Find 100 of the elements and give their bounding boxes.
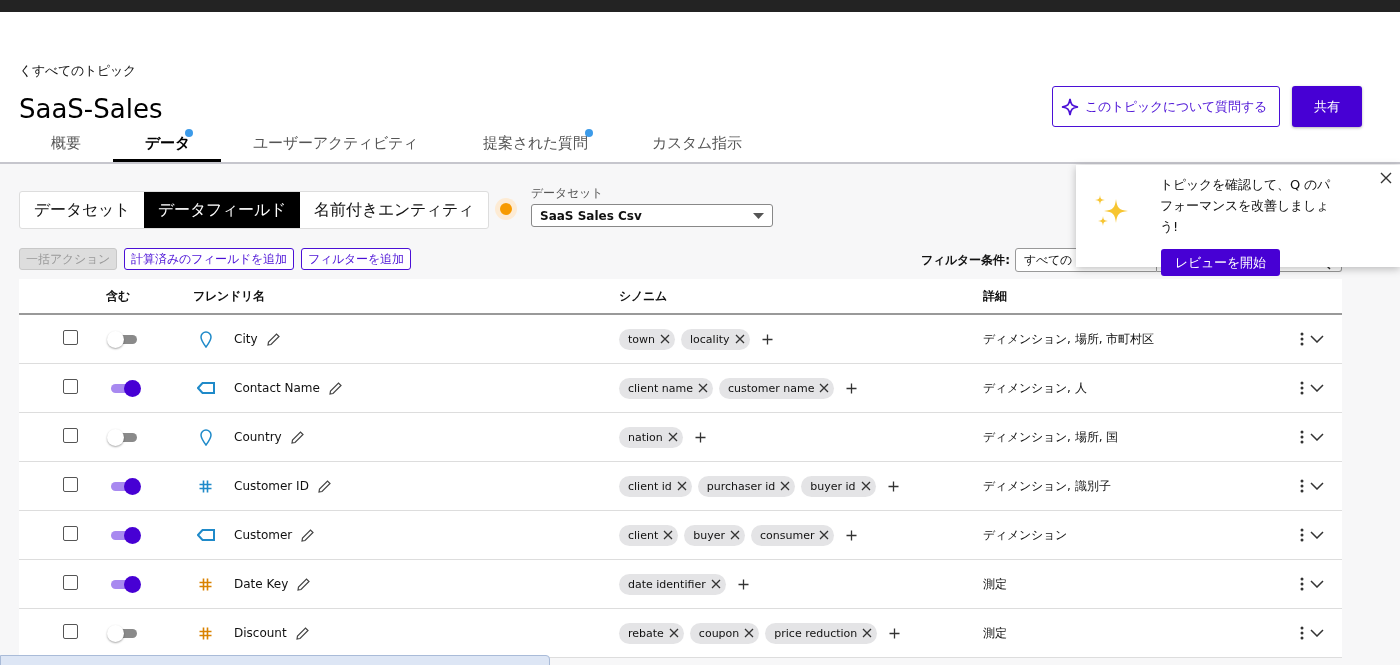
kebab-menu-icon[interactable] bbox=[1300, 430, 1304, 444]
synonym-tag: rebate bbox=[619, 622, 684, 644]
checkbox[interactable] bbox=[63, 427, 78, 443]
close-icon[interactable] bbox=[667, 432, 678, 442]
close-icon[interactable] bbox=[862, 628, 873, 638]
close-icon[interactable] bbox=[819, 530, 830, 540]
start-review-button[interactable]: レビューを開始 bbox=[1161, 249, 1280, 276]
synonym-tag: coupon bbox=[689, 622, 760, 644]
field-details: 測定 bbox=[983, 624, 1008, 642]
kebab-menu-icon[interactable] bbox=[1300, 528, 1304, 542]
field-name: Contact Name bbox=[234, 381, 320, 395]
close-icon[interactable] bbox=[780, 481, 791, 491]
plus-icon[interactable] bbox=[737, 578, 749, 590]
synonym-tag: client id bbox=[619, 475, 692, 497]
field-details: 測定 bbox=[983, 575, 1008, 593]
plus-icon[interactable] bbox=[694, 431, 706, 443]
close-icon[interactable] bbox=[1380, 172, 1392, 184]
kebab-menu-icon[interactable] bbox=[1300, 332, 1304, 346]
dataset-dropdown[interactable]: SaaS Sales Csv bbox=[531, 204, 773, 227]
chevron-down-icon[interactable] bbox=[1310, 482, 1324, 490]
chevron-down-icon[interactable] bbox=[1310, 335, 1324, 343]
action-button[interactable]: フィルターを追加 bbox=[301, 248, 411, 270]
kebab-menu-icon[interactable] bbox=[1300, 479, 1304, 493]
pencil-icon[interactable] bbox=[317, 479, 331, 493]
close-icon[interactable] bbox=[819, 383, 830, 393]
synonym-tag: price reduction bbox=[765, 622, 878, 644]
field-name: Country bbox=[234, 430, 282, 444]
checkbox[interactable] bbox=[63, 574, 78, 590]
segment-tab[interactable]: 名前付きエンティティ bbox=[300, 192, 488, 228]
plus-icon[interactable] bbox=[846, 382, 858, 394]
field-details: ディメンション, 場所, 市町村区 bbox=[983, 330, 1156, 348]
checkbox[interactable] bbox=[63, 525, 78, 541]
filter-label: フィルター条件: bbox=[921, 251, 1010, 269]
chevron-down-icon[interactable] bbox=[1310, 629, 1324, 637]
column-header: 含む bbox=[106, 287, 131, 305]
segment-tab[interactable]: データセット bbox=[20, 192, 144, 228]
close-icon[interactable] bbox=[860, 481, 871, 491]
checkbox[interactable] bbox=[63, 623, 78, 639]
field-name: City bbox=[234, 332, 258, 346]
chevron-down-icon[interactable] bbox=[1310, 384, 1324, 392]
synonym-tag: locality bbox=[681, 328, 750, 350]
pencil-icon[interactable] bbox=[297, 577, 311, 591]
plus-icon[interactable] bbox=[887, 480, 899, 492]
segment-tab[interactable]: データフィールド bbox=[144, 192, 300, 228]
back-link[interactable]: くすべてのトピック bbox=[19, 62, 136, 80]
tab[interactable]: データ bbox=[113, 129, 221, 162]
field-details: ディメンション bbox=[983, 526, 1068, 544]
checkbox[interactable] bbox=[63, 329, 78, 345]
tab[interactable]: ユーザーアクティビティ bbox=[221, 129, 449, 162]
synonym-tag: nation bbox=[619, 426, 683, 448]
tab[interactable]: 概要 bbox=[31, 129, 101, 162]
page-title: SaaS-Sales bbox=[19, 94, 163, 124]
field-name: Discount bbox=[234, 626, 287, 640]
plus-icon[interactable] bbox=[761, 333, 773, 345]
tab[interactable]: カスタム指示 bbox=[621, 129, 773, 162]
close-icon[interactable] bbox=[697, 383, 708, 393]
close-icon[interactable] bbox=[676, 481, 687, 491]
popup-message: トピックを確認して、Q のパフォーマンスを改善しましょう! bbox=[1160, 176, 1332, 236]
field-details: ディメンション, 場所, 国 bbox=[983, 428, 1120, 446]
field-details: ディメンション, 人 bbox=[983, 379, 1088, 397]
field-label: データセット bbox=[531, 185, 604, 202]
close-icon[interactable] bbox=[734, 334, 745, 344]
synonym-tag: buyer bbox=[684, 524, 745, 546]
field-name: Customer ID bbox=[234, 479, 309, 493]
share-button[interactable]: 共有 bbox=[1292, 86, 1362, 127]
synonym-tag: consumer bbox=[751, 524, 835, 546]
plus-icon[interactable] bbox=[889, 627, 901, 639]
synonym-tag: date identifier bbox=[619, 573, 726, 595]
synonym-tag: client bbox=[619, 524, 679, 546]
checkbox[interactable] bbox=[63, 378, 78, 394]
chevron-down-icon[interactable] bbox=[1310, 531, 1324, 539]
plus-icon[interactable] bbox=[846, 529, 858, 541]
pencil-icon[interactable] bbox=[266, 332, 280, 346]
field-name: Customer bbox=[234, 528, 293, 542]
field-details: ディメンション, 識別子 bbox=[983, 477, 1112, 495]
synonym-tag: customer name bbox=[718, 377, 835, 399]
action-button[interactable]: 計算済みのフィールドを追加 bbox=[124, 248, 294, 270]
pencil-icon[interactable] bbox=[328, 381, 342, 395]
synonym-tag: buyer id bbox=[801, 475, 876, 497]
caret-icon bbox=[753, 212, 764, 219]
kebab-menu-icon[interactable] bbox=[1300, 577, 1304, 591]
checkbox[interactable] bbox=[63, 476, 78, 492]
close-icon[interactable] bbox=[660, 334, 670, 344]
chevron-down-icon[interactable] bbox=[1310, 580, 1324, 588]
close-icon[interactable] bbox=[730, 530, 740, 540]
synonym-tag: purchaser id bbox=[697, 475, 796, 497]
field-name: Date Key bbox=[234, 577, 289, 591]
pencil-icon[interactable] bbox=[295, 626, 309, 640]
tab[interactable]: 提案された質問 bbox=[449, 129, 621, 162]
close-icon[interactable] bbox=[663, 530, 674, 540]
pencil-icon[interactable] bbox=[290, 430, 304, 444]
kebab-menu-icon[interactable] bbox=[1300, 381, 1304, 395]
chevron-down-icon[interactable] bbox=[1310, 433, 1324, 441]
pencil-icon[interactable] bbox=[301, 528, 315, 542]
synonym-tag: town bbox=[619, 328, 675, 350]
close-icon[interactable] bbox=[668, 628, 679, 638]
close-icon[interactable] bbox=[744, 628, 755, 638]
ask-button[interactable]: このトピックについて質問する bbox=[1052, 86, 1280, 127]
kebab-menu-icon[interactable] bbox=[1300, 626, 1304, 640]
close-icon[interactable] bbox=[710, 579, 721, 589]
